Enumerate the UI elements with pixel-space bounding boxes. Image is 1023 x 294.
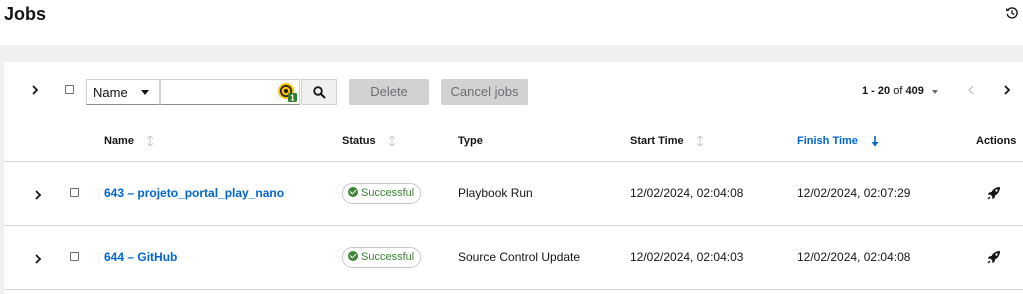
rocket-icon[interactable] bbox=[987, 250, 1001, 264]
caret-down-icon bbox=[141, 90, 149, 95]
history-icon[interactable] bbox=[1005, 6, 1019, 20]
toolbar: Name 1 Delete Cancel jobs 1 - 20 of 409 bbox=[4, 62, 1023, 120]
table-row: 644 – GitHub Successful Source Control U… bbox=[4, 226, 1023, 290]
row-checkbox[interactable] bbox=[70, 188, 79, 197]
column-header-finish-time-label: Finish Time bbox=[797, 135, 858, 147]
table-header: Name Status Type Start Time Finish Time … bbox=[4, 120, 1023, 162]
pagination-count[interactable]: 1 - 20 of 409 bbox=[862, 85, 924, 97]
column-header-type: Type bbox=[458, 135, 483, 147]
previous-page-icon[interactable] bbox=[967, 84, 975, 96]
search-button[interactable] bbox=[301, 79, 337, 105]
status-badge-text: Successful bbox=[361, 187, 415, 199]
column-header-actions: Actions bbox=[976, 135, 1017, 147]
search-input[interactable]: 1 bbox=[160, 79, 300, 105]
row-checkbox[interactable] bbox=[70, 252, 79, 261]
job-finish-time: 12/02/2024, 02:04:08 bbox=[797, 250, 911, 264]
filter-field-label: Name bbox=[93, 85, 128, 100]
extension-badge-count: 1 bbox=[290, 94, 295, 103]
cancel-jobs-button[interactable]: Cancel jobs bbox=[441, 79, 528, 105]
column-header-name-label: Name bbox=[104, 135, 134, 147]
job-type: Source Control Update bbox=[458, 250, 581, 264]
table-row: 643 – projeto_portal_play_nano Successfu… bbox=[4, 162, 1023, 226]
status-badge-text: Successful bbox=[361, 251, 415, 263]
job-name-link[interactable]: 643 – projeto_portal_play_nano bbox=[104, 186, 284, 200]
pagination-caret-down-icon[interactable] bbox=[932, 90, 938, 94]
jobs-panel: Name 1 Delete Cancel jobs 1 - 20 of 409 bbox=[4, 62, 1023, 294]
column-header-status-label: Status bbox=[342, 135, 376, 147]
next-page-icon[interactable] bbox=[1003, 84, 1011, 96]
column-header-start-time[interactable]: Start Time bbox=[630, 135, 703, 147]
job-start-time: 12/02/2024, 02:04:08 bbox=[630, 186, 744, 200]
page-header: Jobs bbox=[0, 0, 1023, 45]
delete-button[interactable]: Delete bbox=[349, 79, 429, 105]
sort-descending-icon bbox=[871, 135, 879, 147]
check-circle-icon bbox=[348, 251, 358, 261]
filter-field-select[interactable]: Name bbox=[86, 79, 160, 105]
search-icon bbox=[313, 86, 326, 99]
column-header-finish-time[interactable]: Finish Time bbox=[797, 135, 879, 147]
job-name-link[interactable]: 644 – GitHub bbox=[104, 250, 177, 264]
pagination-of-label: of bbox=[893, 85, 903, 97]
column-header-start-time-label: Start Time bbox=[630, 135, 684, 147]
job-start-time: 12/02/2024, 02:04:03 bbox=[630, 250, 744, 264]
sort-icon bbox=[147, 136, 154, 147]
job-type: Playbook Run bbox=[458, 186, 533, 200]
column-header-name[interactable]: Name bbox=[104, 135, 154, 147]
status-badge: Successful bbox=[342, 247, 422, 268]
pagination-range: 1 - 20 bbox=[862, 85, 891, 97]
rocket-icon[interactable] bbox=[987, 186, 1001, 200]
job-finish-time: 12/02/2024, 02:07:29 bbox=[797, 186, 911, 200]
row-expand-icon[interactable] bbox=[34, 189, 42, 201]
page-title: Jobs bbox=[4, 4, 47, 24]
sort-icon bbox=[696, 136, 703, 147]
column-header-type-label: Type bbox=[458, 135, 483, 147]
status-badge: Successful bbox=[342, 183, 422, 204]
browser-extension-icon[interactable]: 1 bbox=[277, 82, 297, 102]
expand-all-toggle-icon[interactable] bbox=[30, 84, 40, 96]
sort-icon bbox=[388, 136, 395, 147]
pagination-total: 409 bbox=[905, 85, 924, 97]
column-header-status[interactable]: Status bbox=[342, 135, 395, 147]
check-circle-icon bbox=[348, 187, 358, 197]
row-expand-icon[interactable] bbox=[34, 253, 42, 265]
select-all-checkbox[interactable] bbox=[65, 85, 74, 94]
